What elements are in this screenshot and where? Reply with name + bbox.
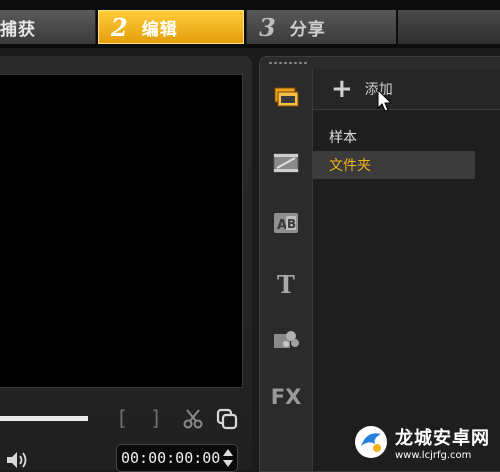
step-bar: 捕获 2 编辑 3 分享 [0,0,500,48]
volume-icon[interactable] [4,449,30,471]
copy-icon[interactable] [215,407,239,431]
title-ab-icon: A B [274,213,298,233]
step-share-label: 分享 [289,19,326,40]
tab-text[interactable]: T [266,263,306,303]
step-share-number: 3 [259,12,276,42]
watermark-title: 龙城安卓网 [395,427,490,449]
watermark-logo-icon [355,426,387,458]
svg-text:A: A [277,218,287,233]
timecode-value: 00:00:00:00 [121,449,221,467]
step-capture-label: 捕获 [0,19,36,40]
fx-filter-icon: FX [270,385,302,409]
library-panel: A B T FX + 添加 样本 文件夹 [259,56,500,472]
library-content: + 添加 样本 文件夹 [312,69,500,471]
tab-graphics[interactable] [266,319,306,359]
step-share-tab[interactable]: 3 分享 [246,10,396,44]
watermark-url: www.lcjrfg.com [395,449,472,461]
library-tab-strip: A B T FX [260,69,312,471]
add-folder-button[interactable]: + 添加 [313,69,500,110]
transition-icon [273,153,299,173]
svg-text:B: B [287,217,296,231]
svg-text:T: T [277,270,295,298]
step-edit-tab[interactable]: 2 编辑 [98,10,244,44]
panel-grip-handle[interactable] [268,61,308,65]
plus-icon: + [331,74,353,104]
tab-media[interactable] [266,77,306,117]
step-edit-number: 2 [111,12,128,42]
folder-item-folder[interactable]: 文件夹 [313,151,475,179]
timecode-spinner-icon[interactable] [223,448,233,468]
step-edit-label: 编辑 [141,19,178,40]
timeline-scrubber[interactable] [0,416,88,421]
tab-transitions[interactable] [266,143,306,183]
mark-in-button[interactable]: [ [116,406,128,430]
folder-item-sample[interactable]: 样本 [313,123,475,151]
preview-screen [0,74,243,388]
mouse-cursor-icon [377,89,393,112]
step-bar-filler [398,10,500,44]
mark-out-button[interactable]: ] [150,406,162,430]
text-t-icon: T [277,270,295,298]
watermark: 龙城安卓网 www.lcjrfg.com [353,414,500,470]
graphics-icon [274,331,299,348]
preview-panel: [ ] 00:00:00:00 [0,56,252,472]
watermark-text: 龙城安卓网 www.lcjrfg.com [395,424,490,461]
timecode-field[interactable]: 00:00:00:00 [116,444,238,472]
tab-titles[interactable]: A B [266,203,306,243]
scissors-icon[interactable] [182,408,204,430]
step-capture-tab[interactable]: 捕获 [0,10,96,44]
tab-filters[interactable]: FX [266,377,306,417]
media-icon [274,87,299,107]
